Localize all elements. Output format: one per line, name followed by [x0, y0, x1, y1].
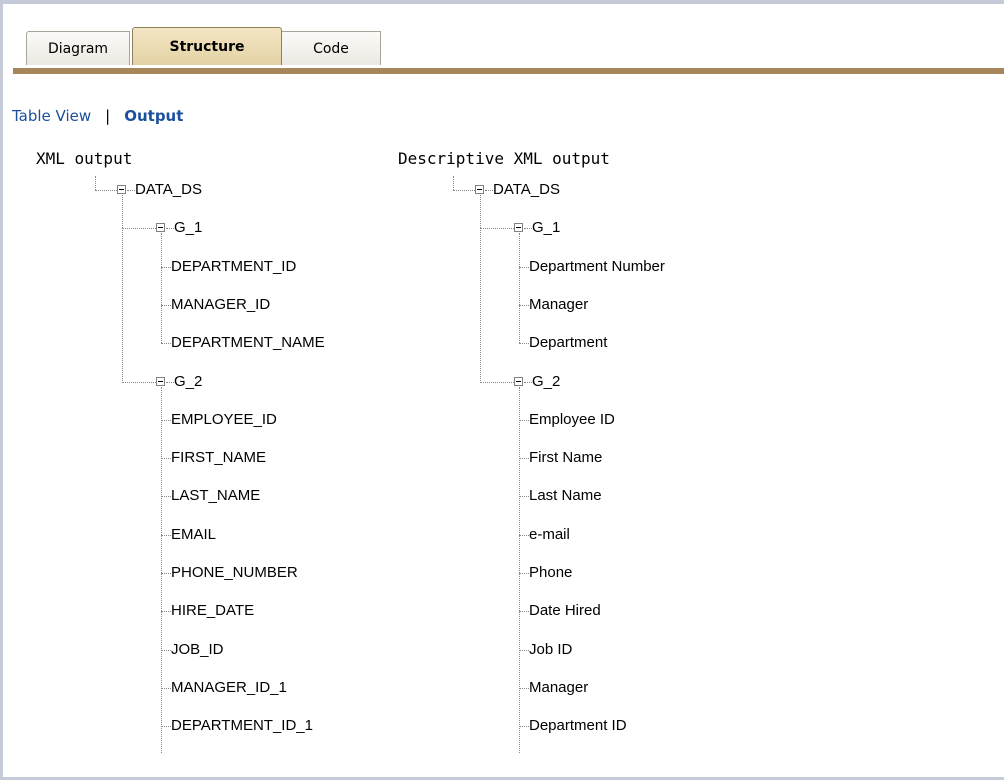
- field-node[interactable]: MANAGER_ID: [171, 295, 270, 315]
- field-node[interactable]: Job ID: [529, 640, 572, 660]
- field-node[interactable]: DEPARTMENT_NAME: [171, 333, 325, 353]
- panel-frame: Diagram Code Structure Table View | Outp…: [0, 0, 1004, 780]
- field-node[interactable]: DEPARTMENT_ID_1: [171, 716, 313, 736]
- tab-underline: [13, 68, 1004, 74]
- group-node-g1[interactable]: G_1: [532, 218, 560, 238]
- tree-connector: [166, 381, 174, 383]
- tree-connector: [519, 496, 529, 498]
- tree-connector: [453, 176, 454, 190]
- field-node[interactable]: LAST_NAME: [171, 486, 260, 506]
- tree-connector: [161, 496, 171, 498]
- field-node[interactable]: Manager: [529, 678, 588, 698]
- field-node[interactable]: JOB_ID: [171, 640, 224, 660]
- field-node[interactable]: HIRE_DATE: [171, 601, 254, 621]
- tree-connector: [161, 534, 171, 536]
- collapse-toggle-icon[interactable]: [514, 376, 523, 386]
- collapse-toggle-icon[interactable]: [117, 185, 126, 194]
- tree-connector: [122, 195, 123, 229]
- tree-connector: [161, 726, 171, 728]
- tree-connector: [161, 649, 171, 651]
- tree-connector: [161, 458, 171, 460]
- group-node-g2[interactable]: G_2: [532, 372, 560, 392]
- tree-connector: [480, 228, 481, 382]
- tree-connector: [453, 190, 475, 191]
- tree-connector: [161, 687, 171, 689]
- tree-connector: [480, 195, 481, 229]
- field-node[interactable]: Department Number: [529, 257, 665, 277]
- table-view-link[interactable]: Table View: [12, 107, 91, 125]
- tree-connector: [519, 266, 529, 268]
- field-node[interactable]: EMPLOYEE_ID: [171, 410, 277, 430]
- tree-connector: [519, 386, 520, 754]
- tree-connector: [519, 649, 529, 651]
- tree-connector: [480, 381, 514, 383]
- tree-connector: [519, 419, 529, 421]
- tree-connector: [519, 534, 529, 536]
- tree-connector: [95, 176, 96, 190]
- tree-connector: [519, 343, 529, 345]
- tree-connector: [161, 233, 162, 344]
- collapse-toggle-icon[interactable]: [156, 376, 165, 386]
- sub-navigation: Table View | Output: [12, 107, 183, 125]
- tree-connector: [161, 386, 162, 754]
- tree-connector: [519, 573, 529, 574]
- tree-connector: [161, 304, 171, 306]
- field-node[interactable]: EMAIL: [171, 525, 216, 545]
- tree-connector: [161, 419, 171, 421]
- field-node[interactable]: Phone: [529, 563, 572, 583]
- xml-output-heading: XML output: [36, 149, 133, 168]
- tab-diagram[interactable]: Diagram: [26, 31, 130, 65]
- tree-connector: [122, 381, 156, 383]
- tree-connector: [166, 228, 174, 230]
- field-node[interactable]: Department: [529, 333, 607, 353]
- tree-connector: [485, 190, 493, 191]
- tree-connector: [122, 228, 123, 382]
- output-link[interactable]: Output: [124, 107, 183, 125]
- field-node[interactable]: Employee ID: [529, 410, 615, 430]
- root-node-data-ds[interactable]: DATA_DS: [493, 180, 560, 200]
- tree-connector: [480, 228, 514, 230]
- tree-connector: [122, 228, 156, 230]
- tree-connector: [161, 343, 171, 345]
- field-node[interactable]: Date Hired: [529, 601, 601, 621]
- subnav-separator: |: [105, 107, 111, 125]
- field-node[interactable]: Manager: [529, 295, 588, 315]
- collapse-toggle-icon[interactable]: [475, 185, 484, 194]
- tree-connector: [519, 726, 529, 728]
- tree-connector: [519, 687, 529, 689]
- tree-connector: [524, 228, 532, 230]
- group-node-g2[interactable]: G_2: [174, 372, 202, 392]
- field-node[interactable]: DEPARTMENT_ID: [171, 257, 296, 277]
- tree-connector: [95, 190, 117, 191]
- field-node[interactable]: Last Name: [529, 486, 602, 506]
- descriptive-xml-output-heading: Descriptive XML output: [398, 149, 610, 168]
- tree-connector: [161, 266, 171, 268]
- tab-code[interactable]: Code: [281, 31, 381, 65]
- tree-connector: [519, 304, 529, 306]
- tree-connector: [519, 458, 529, 460]
- tree-connector: [519, 233, 520, 344]
- field-node[interactable]: MANAGER_ID_1: [171, 678, 287, 698]
- collapse-toggle-icon[interactable]: [514, 223, 523, 233]
- tab-structure[interactable]: Structure: [132, 27, 282, 65]
- tree-connector: [161, 573, 171, 574]
- tree-connector: [519, 611, 529, 613]
- field-node[interactable]: Department ID: [529, 716, 627, 736]
- tab-strip: Diagram Code Structure: [12, 24, 1004, 74]
- field-node[interactable]: First Name: [529, 448, 602, 468]
- field-node[interactable]: PHONE_NUMBER: [171, 563, 298, 583]
- group-node-g1[interactable]: G_1: [174, 218, 202, 238]
- tree-connector: [127, 190, 135, 191]
- tree-connector: [161, 611, 171, 613]
- field-node[interactable]: e-mail: [529, 525, 570, 545]
- field-node[interactable]: FIRST_NAME: [171, 448, 266, 468]
- collapse-toggle-icon[interactable]: [156, 223, 165, 233]
- root-node-data-ds[interactable]: DATA_DS: [135, 180, 202, 200]
- tree-connector: [524, 381, 532, 383]
